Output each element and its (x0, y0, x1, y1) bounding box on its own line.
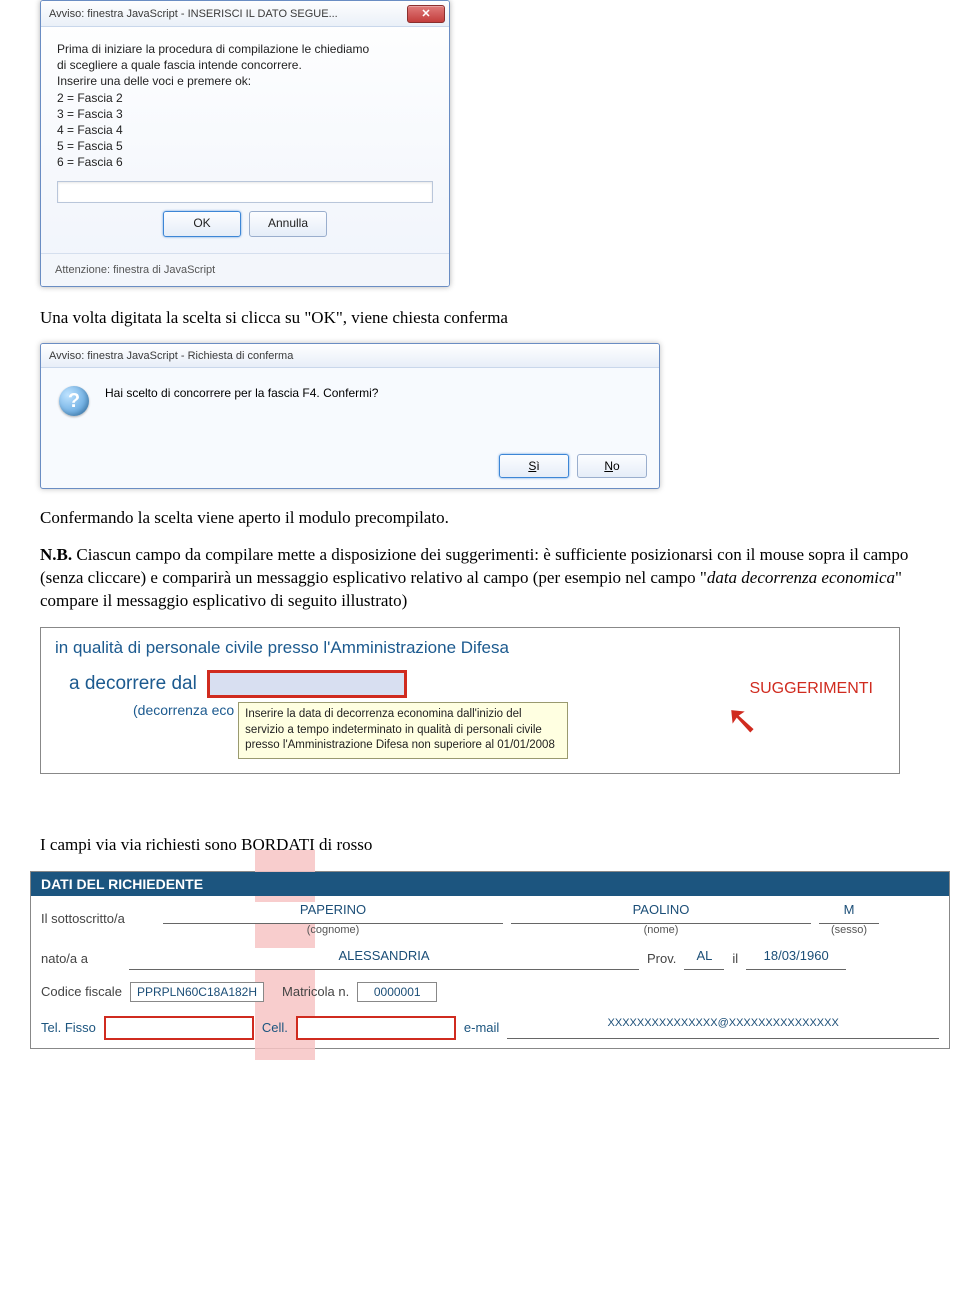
cognome-field[interactable]: PAPERINO (163, 902, 503, 924)
dialog-status-bar: Attenzione: finestra di JavaScript (41, 253, 449, 286)
dialog-titlebar: Avviso: finestra JavaScript - Richiesta … (41, 344, 659, 368)
arrow-icon: ➚ (725, 700, 759, 740)
caption-nome: (nome) (644, 924, 679, 936)
luogo-field[interactable]: ALESSANDRIA (129, 948, 639, 970)
label-il: il (732, 951, 738, 966)
applicant-form: DATI DEL RICHIEDENTE Il sottoscritto/a P… (30, 871, 950, 1049)
tel-field[interactable] (104, 1016, 254, 1040)
annotation-label: SUGGERIMENTI (749, 680, 873, 698)
cell-field[interactable] (296, 1016, 456, 1040)
js-prompt-dialog: Avviso: finestra JavaScript - INSERISCI … (40, 0, 450, 287)
confirm-message: Hai scelto di concorrere per la fascia F… (105, 386, 378, 400)
cf-field[interactable]: PPRPLN60C18A182H (130, 982, 264, 1002)
no-button[interactable]: No (577, 454, 647, 478)
body-paragraph: N.B. Ciascun campo da compilare mette a … (40, 544, 920, 613)
field-label: a decorrere dal (69, 673, 197, 695)
date-field-highlighted[interactable] (207, 670, 407, 698)
prov-field[interactable]: AL (684, 948, 724, 970)
caption-sesso: (sesso) (831, 924, 867, 936)
dialog-title: Avviso: finestra JavaScript - INSERISCI … (49, 8, 407, 20)
label-email: e-mail (464, 1020, 499, 1035)
field-sublabel: (decorrenza eco (133, 702, 234, 718)
sesso-field[interactable]: M (819, 902, 879, 924)
label-cell: Cell. (262, 1020, 288, 1035)
caption-cognome: (cognome) (307, 924, 360, 936)
body-paragraph: Una volta digitata la scelta si clicca s… (40, 307, 920, 330)
cancel-button[interactable]: Annulla (249, 211, 327, 237)
question-icon: ? (59, 386, 89, 416)
yes-button[interactable]: Sì (499, 454, 569, 478)
tooltip-box: Inserire la data di decorrenza economina… (238, 702, 568, 759)
matricola-field[interactable]: 0000001 (357, 982, 437, 1002)
prompt-input[interactable] (57, 181, 433, 203)
label-sottoscritto: Il sottoscritto/a (41, 911, 155, 926)
body-paragraph: Confermando la scelta viene aperto il mo… (40, 507, 920, 530)
tooltip-illustration: in qualità di personale civile presso l'… (40, 627, 900, 774)
label-nato: nato/a a (41, 951, 121, 966)
body-paragraph: I campi via via richiesti sono BORDATI d… (40, 834, 920, 857)
label-tel: Tel. Fisso (41, 1020, 96, 1035)
dialog-body: Prima di iniziare la procedura di compil… (41, 27, 449, 253)
js-confirm-dialog: Avviso: finestra JavaScript - Richiesta … (40, 343, 660, 489)
nome-field[interactable]: PAOLINO (511, 902, 811, 924)
label-matricola: Matricola n. (282, 984, 349, 999)
dialog-text: Prima di iniziare la procedura di compil… (57, 41, 433, 171)
label-cf: Codice fiscale (41, 984, 122, 999)
email-field[interactable]: XXXXXXXXXXXXXXX@XXXXXXXXXXXXXXX (507, 1017, 939, 1039)
birthdate-field[interactable]: 18/03/1960 (746, 948, 846, 970)
form-header: DATI DEL RICHIEDENTE (31, 872, 949, 896)
dialog-titlebar: Avviso: finestra JavaScript - INSERISCI … (41, 1, 449, 27)
hint-context-line: in qualità di personale civile presso l'… (55, 638, 885, 658)
label-prov: Prov. (647, 951, 676, 966)
close-icon[interactable]: ✕ (407, 5, 445, 23)
ok-button[interactable]: OK (163, 211, 241, 237)
